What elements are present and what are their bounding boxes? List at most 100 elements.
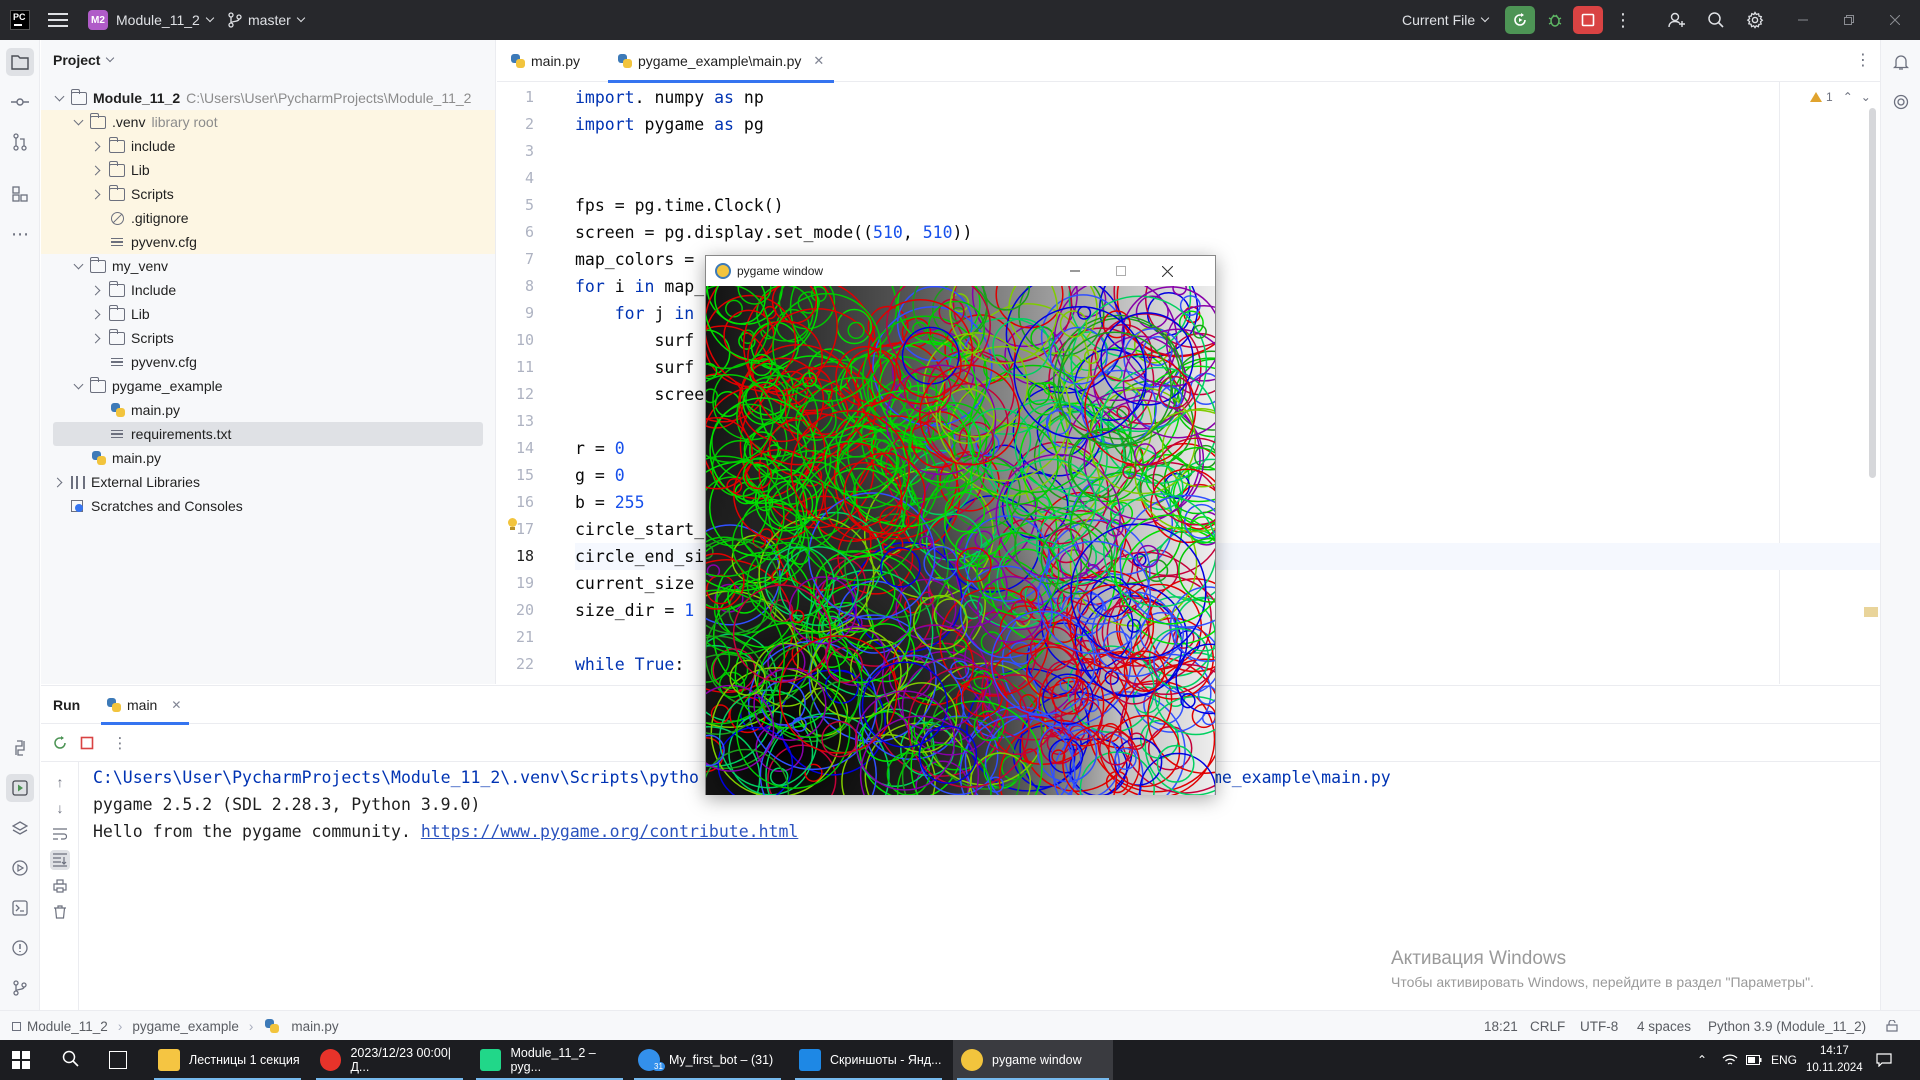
run-tab-main[interactable]: main ✕ <box>100 686 190 725</box>
taskbar-clock[interactable]: 14:17 10.11.2024 <box>1806 1043 1863 1077</box>
tree-row[interactable]: Lib <box>41 158 495 182</box>
project-panel-header[interactable]: Project <box>53 52 115 68</box>
chevron-right-icon[interactable] <box>53 476 65 488</box>
task-view-button[interactable] <box>109 1051 127 1069</box>
notification-center-icon[interactable] <box>1876 1040 1892 1080</box>
debug-button[interactable] <box>1540 6 1570 34</box>
rerun-button[interactable] <box>51 734 69 752</box>
run-config-selector[interactable]: Current File <box>1402 0 1490 40</box>
chevron-down-icon[interactable] <box>72 260 84 272</box>
project-tool-button[interactable] <box>6 48 34 76</box>
stop-button[interactable] <box>1573 6 1603 34</box>
battery-icon[interactable] <box>1746 1040 1762 1080</box>
file-encoding[interactable]: UTF-8 <box>1580 1011 1618 1041</box>
rerun-button[interactable] <box>1505 6 1535 34</box>
chevron-right-icon[interactable] <box>91 332 103 344</box>
pygame-window-titlebar[interactable]: pygame window <box>706 256 1215 286</box>
services-tool-button[interactable] <box>6 854 34 882</box>
pygame-window[interactable]: pygame window <box>705 255 1216 795</box>
intention-bulb-icon[interactable] <box>507 518 517 530</box>
tree-row[interactable]: External Libraries <box>41 470 495 494</box>
close-tab-icon[interactable]: ✕ <box>171 698 181 712</box>
tree-row[interactable]: Include <box>41 278 495 302</box>
chevron-up-icon[interactable]: ⌃ <box>1843 90 1853 104</box>
chevron-right-icon[interactable] <box>91 308 103 320</box>
tree-row[interactable]: include <box>41 134 495 158</box>
tree-row[interactable]: pyvenv.cfg <box>41 350 495 374</box>
close-window-button[interactable] <box>1872 0 1918 40</box>
chevron-down-icon[interactable] <box>53 92 65 104</box>
tree-row[interactable]: main.py <box>41 398 495 422</box>
inspection-widget[interactable]: 1 ⌃ ⌄ <box>1810 90 1871 104</box>
taskbar-app[interactable]: Лестницы 1 секция <box>150 1040 305 1080</box>
ai-assistant-button[interactable] <box>1887 88 1915 116</box>
breadcrumb-item[interactable]: main.py <box>291 1019 338 1034</box>
notifications-button[interactable] <box>1887 48 1915 76</box>
pull-requests-tool-button[interactable] <box>6 128 34 156</box>
scroll-to-end-button[interactable] <box>50 850 70 870</box>
commit-tool-button[interactable] <box>6 88 34 116</box>
project-selector[interactable]: Module_11_2 <box>116 0 215 40</box>
console-link[interactable]: https://www.pygame.org/contribute.html <box>421 822 799 841</box>
read-only-lock-icon[interactable] <box>1886 1011 1898 1041</box>
structure-tool-button[interactable] <box>6 180 34 208</box>
tree-row[interactable]: my_venv <box>41 254 495 278</box>
warning-marker[interactable] <box>1864 607 1878 617</box>
git-tool-button[interactable] <box>6 974 34 1002</box>
taskbar-app[interactable]: Module_11_2 – pyg... <box>472 1040 627 1080</box>
pygame-close-button[interactable] <box>1144 256 1190 286</box>
branch-selector[interactable]: master <box>228 0 306 40</box>
tree-row[interactable]: Scripts <box>41 326 495 350</box>
tree-row[interactable]: Module_11_2 C:\Users\User\PycharmProjects… <box>41 86 495 110</box>
tab-pygame-example-main-py[interactable]: pygame_example\main.py ✕ <box>608 40 835 83</box>
taskbar-app[interactable]: pygame window <box>953 1040 1113 1080</box>
tree-row[interactable]: Scratches and Consoles <box>41 494 495 518</box>
maximize-button[interactable] <box>1826 0 1872 40</box>
python-interpreter[interactable]: Python 3.9 (Module_11_2) <box>1708 1011 1866 1041</box>
tree-row[interactable]: Scripts <box>41 182 495 206</box>
tree-row[interactable]: pygame_example <box>41 374 495 398</box>
taskbar-app[interactable]: Скриншоты - Янд... <box>791 1040 946 1080</box>
breadcrumb-item[interactable]: Module_11_2 <box>27 1019 108 1034</box>
chevron-right-icon[interactable] <box>91 164 103 176</box>
clear-all-button[interactable] <box>50 902 70 922</box>
print-button[interactable] <box>50 876 70 896</box>
run-tool-button[interactable] <box>6 774 34 802</box>
pygame-minimize-button[interactable] <box>1052 256 1098 286</box>
tray-chevron-icon[interactable]: ⌃ <box>1697 1040 1707 1080</box>
soft-wrap-button[interactable] <box>50 824 70 844</box>
editor-scrollbar[interactable] <box>1869 108 1876 478</box>
down-arrow-button[interactable]: ↓ <box>50 798 70 818</box>
chevron-right-icon[interactable] <box>91 140 103 152</box>
stop-button[interactable] <box>78 734 96 752</box>
main-menu-icon[interactable] <box>48 10 68 30</box>
more-tools-button[interactable]: ⋯ <box>6 220 34 248</box>
tree-row[interactable]: pyvenv.cfg <box>41 230 495 254</box>
chevron-right-icon[interactable] <box>91 188 103 200</box>
wifi-icon[interactable] <box>1722 1040 1738 1080</box>
taskbar-search-button[interactable] <box>62 1050 80 1071</box>
chevron-down-icon[interactable] <box>72 116 84 128</box>
up-arrow-button[interactable]: ↑ <box>50 772 70 792</box>
more-actions-button[interactable]: ⋮ <box>1608 6 1638 34</box>
settings-button[interactable] <box>1740 6 1770 34</box>
start-button[interactable] <box>12 1051 30 1069</box>
tree-row[interactable]: main.py <box>41 446 495 470</box>
taskbar-app[interactable]: 2023/12/23 00:00|Д... <box>312 1040 467 1080</box>
tree-row[interactable]: requirements.txt <box>41 422 495 446</box>
input-language[interactable]: ENG <box>1771 1040 1797 1080</box>
indent-setting[interactable]: 4 spaces <box>1637 1011 1691 1041</box>
more-actions-button[interactable]: ⋮ <box>111 734 129 752</box>
project-badge[interactable]: M2 <box>88 10 108 30</box>
minimize-button[interactable] <box>1780 0 1826 40</box>
layers-tool-button[interactable] <box>6 814 34 842</box>
caret-position[interactable]: 18:21 <box>1484 1011 1518 1041</box>
pygame-canvas[interactable] <box>706 286 1215 795</box>
chevron-down-icon[interactable] <box>72 380 84 392</box>
taskbar-app[interactable]: My_first_bot – (31) 31 <box>630 1040 785 1080</box>
code-with-me-button[interactable] <box>1662 6 1692 34</box>
search-everywhere-button[interactable] <box>1701 6 1731 34</box>
chevron-down-icon[interactable]: ⌄ <box>1861 90 1871 104</box>
breadcrumb-item[interactable]: pygame_example <box>132 1019 239 1034</box>
tab-actions-button[interactable]: ⋮ <box>1855 50 1871 70</box>
